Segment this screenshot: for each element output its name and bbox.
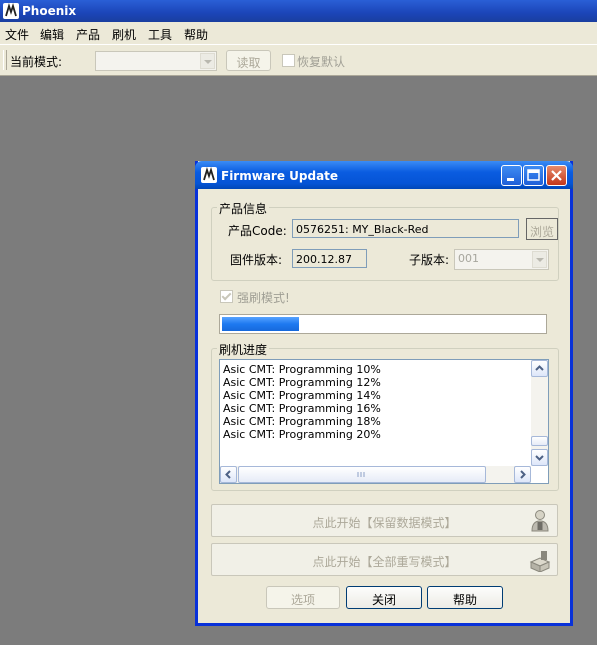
scroll-right-button[interactable] [514, 466, 531, 483]
install-package-icon [529, 551, 551, 572]
start-keep-data-label: 点此开始【保留数据模式】 [312, 516, 457, 530]
vertical-scroll-thumb[interactable] [531, 436, 548, 446]
start-keep-data-button[interactable]: 点此开始【保留数据模式】 [211, 504, 558, 537]
minimize-button[interactable] [501, 165, 522, 186]
close-window-button[interactable] [546, 165, 567, 186]
log-line: Asic CMT: Programming 16% [223, 402, 381, 415]
maximize-button[interactable] [523, 165, 544, 186]
start-full-rewrite-label: 点此开始【全部重写模式】 [312, 555, 457, 569]
log-line: Asic CMT: Programming 14% [223, 389, 381, 402]
current-mode-label: 当前模式: [10, 55, 63, 69]
progress-bar-fill [222, 317, 299, 331]
scroll-down-button[interactable] [531, 449, 548, 466]
close-button[interactable]: 关闭 [346, 586, 422, 609]
dialog-titlebar[interactable]: Firmware Update [195, 161, 573, 189]
firmware-version-field[interactable]: 200.12.87 [292, 249, 367, 268]
scroll-left-button[interactable] [220, 466, 237, 483]
restore-default-label: 恢复默认 [297, 55, 346, 69]
horizontal-scrollbar[interactable] [220, 466, 531, 483]
menu-tools[interactable]: 工具 [148, 26, 172, 43]
product-code-label: 产品Code: [228, 224, 287, 238]
firmware-version-label: 固件版本: [230, 253, 283, 267]
start-full-rewrite-button[interactable]: 点此开始【全部重写模式】 [211, 543, 558, 576]
menu-help[interactable]: 帮助 [184, 26, 208, 43]
log-listbox[interactable]: Asic CMT: Programming 10% Asic CMT: Prog… [219, 359, 549, 484]
grip-icon [357, 472, 365, 477]
user-icon [531, 510, 549, 532]
subversion-value: 001 [458, 252, 479, 265]
log-line: Asic CMT: Programming 10% [223, 363, 381, 376]
menubar: 文件 编辑 产品 刷机 工具 帮助 [0, 22, 597, 44]
mode-select[interactable] [95, 51, 217, 71]
browse-button[interactable]: 浏览 [526, 218, 558, 240]
menu-edit[interactable]: 编辑 [40, 26, 64, 43]
product-info-legend: 产品信息 [217, 200, 270, 217]
chevron-down-icon [535, 455, 544, 461]
options-button[interactable]: 选项 [266, 586, 340, 609]
chevron-down-icon[interactable] [532, 251, 547, 268]
read-button[interactable]: 读取 [226, 50, 271, 71]
menu-product[interactable]: 产品 [76, 26, 100, 43]
phoenix-logo-icon [201, 167, 217, 183]
chevron-down-icon[interactable] [200, 53, 215, 69]
toolbar-grip[interactable] [3, 50, 7, 70]
menu-file[interactable]: 文件 [5, 26, 29, 43]
chevron-up-icon [535, 365, 544, 371]
force-mode-checkbox[interactable] [220, 290, 233, 303]
minimize-icon [507, 178, 514, 181]
force-mode-label: 强刷模式! [237, 291, 290, 305]
log-lines: Asic CMT: Programming 10% Asic CMT: Prog… [223, 363, 381, 441]
horizontal-scroll-thumb[interactable] [238, 466, 486, 483]
main-titlebar: Phoenix [0, 0, 597, 22]
flash-progress-legend: 刷机进度 [217, 341, 270, 358]
subversion-select[interactable]: 001 [454, 249, 549, 270]
close-icon [551, 170, 562, 181]
log-line: Asic CMT: Programming 20% [223, 428, 381, 441]
progress-bar [219, 314, 547, 334]
log-line: Asic CMT: Programming 18% [223, 415, 381, 428]
help-button[interactable]: 帮助 [427, 586, 503, 609]
phoenix-logo-icon [3, 3, 19, 19]
subversion-label: 子版本: [409, 253, 450, 267]
chevron-right-icon [520, 470, 526, 479]
menu-flash[interactable]: 刷机 [112, 26, 136, 43]
toolbar: 当前模式: 读取 恢复默认 [0, 44, 597, 76]
restore-default-checkbox[interactable] [282, 54, 295, 67]
log-line: Asic CMT: Programming 12% [223, 376, 381, 389]
scroll-up-button[interactable] [531, 360, 548, 377]
dialog-title: Firmware Update [221, 169, 339, 183]
vertical-scrollbar[interactable] [531, 360, 548, 466]
product-code-field[interactable]: 0576251: MY_Black-Red [292, 219, 519, 238]
maximize-icon [527, 169, 540, 181]
chevron-left-icon [225, 470, 231, 479]
app-title: Phoenix [22, 4, 77, 18]
